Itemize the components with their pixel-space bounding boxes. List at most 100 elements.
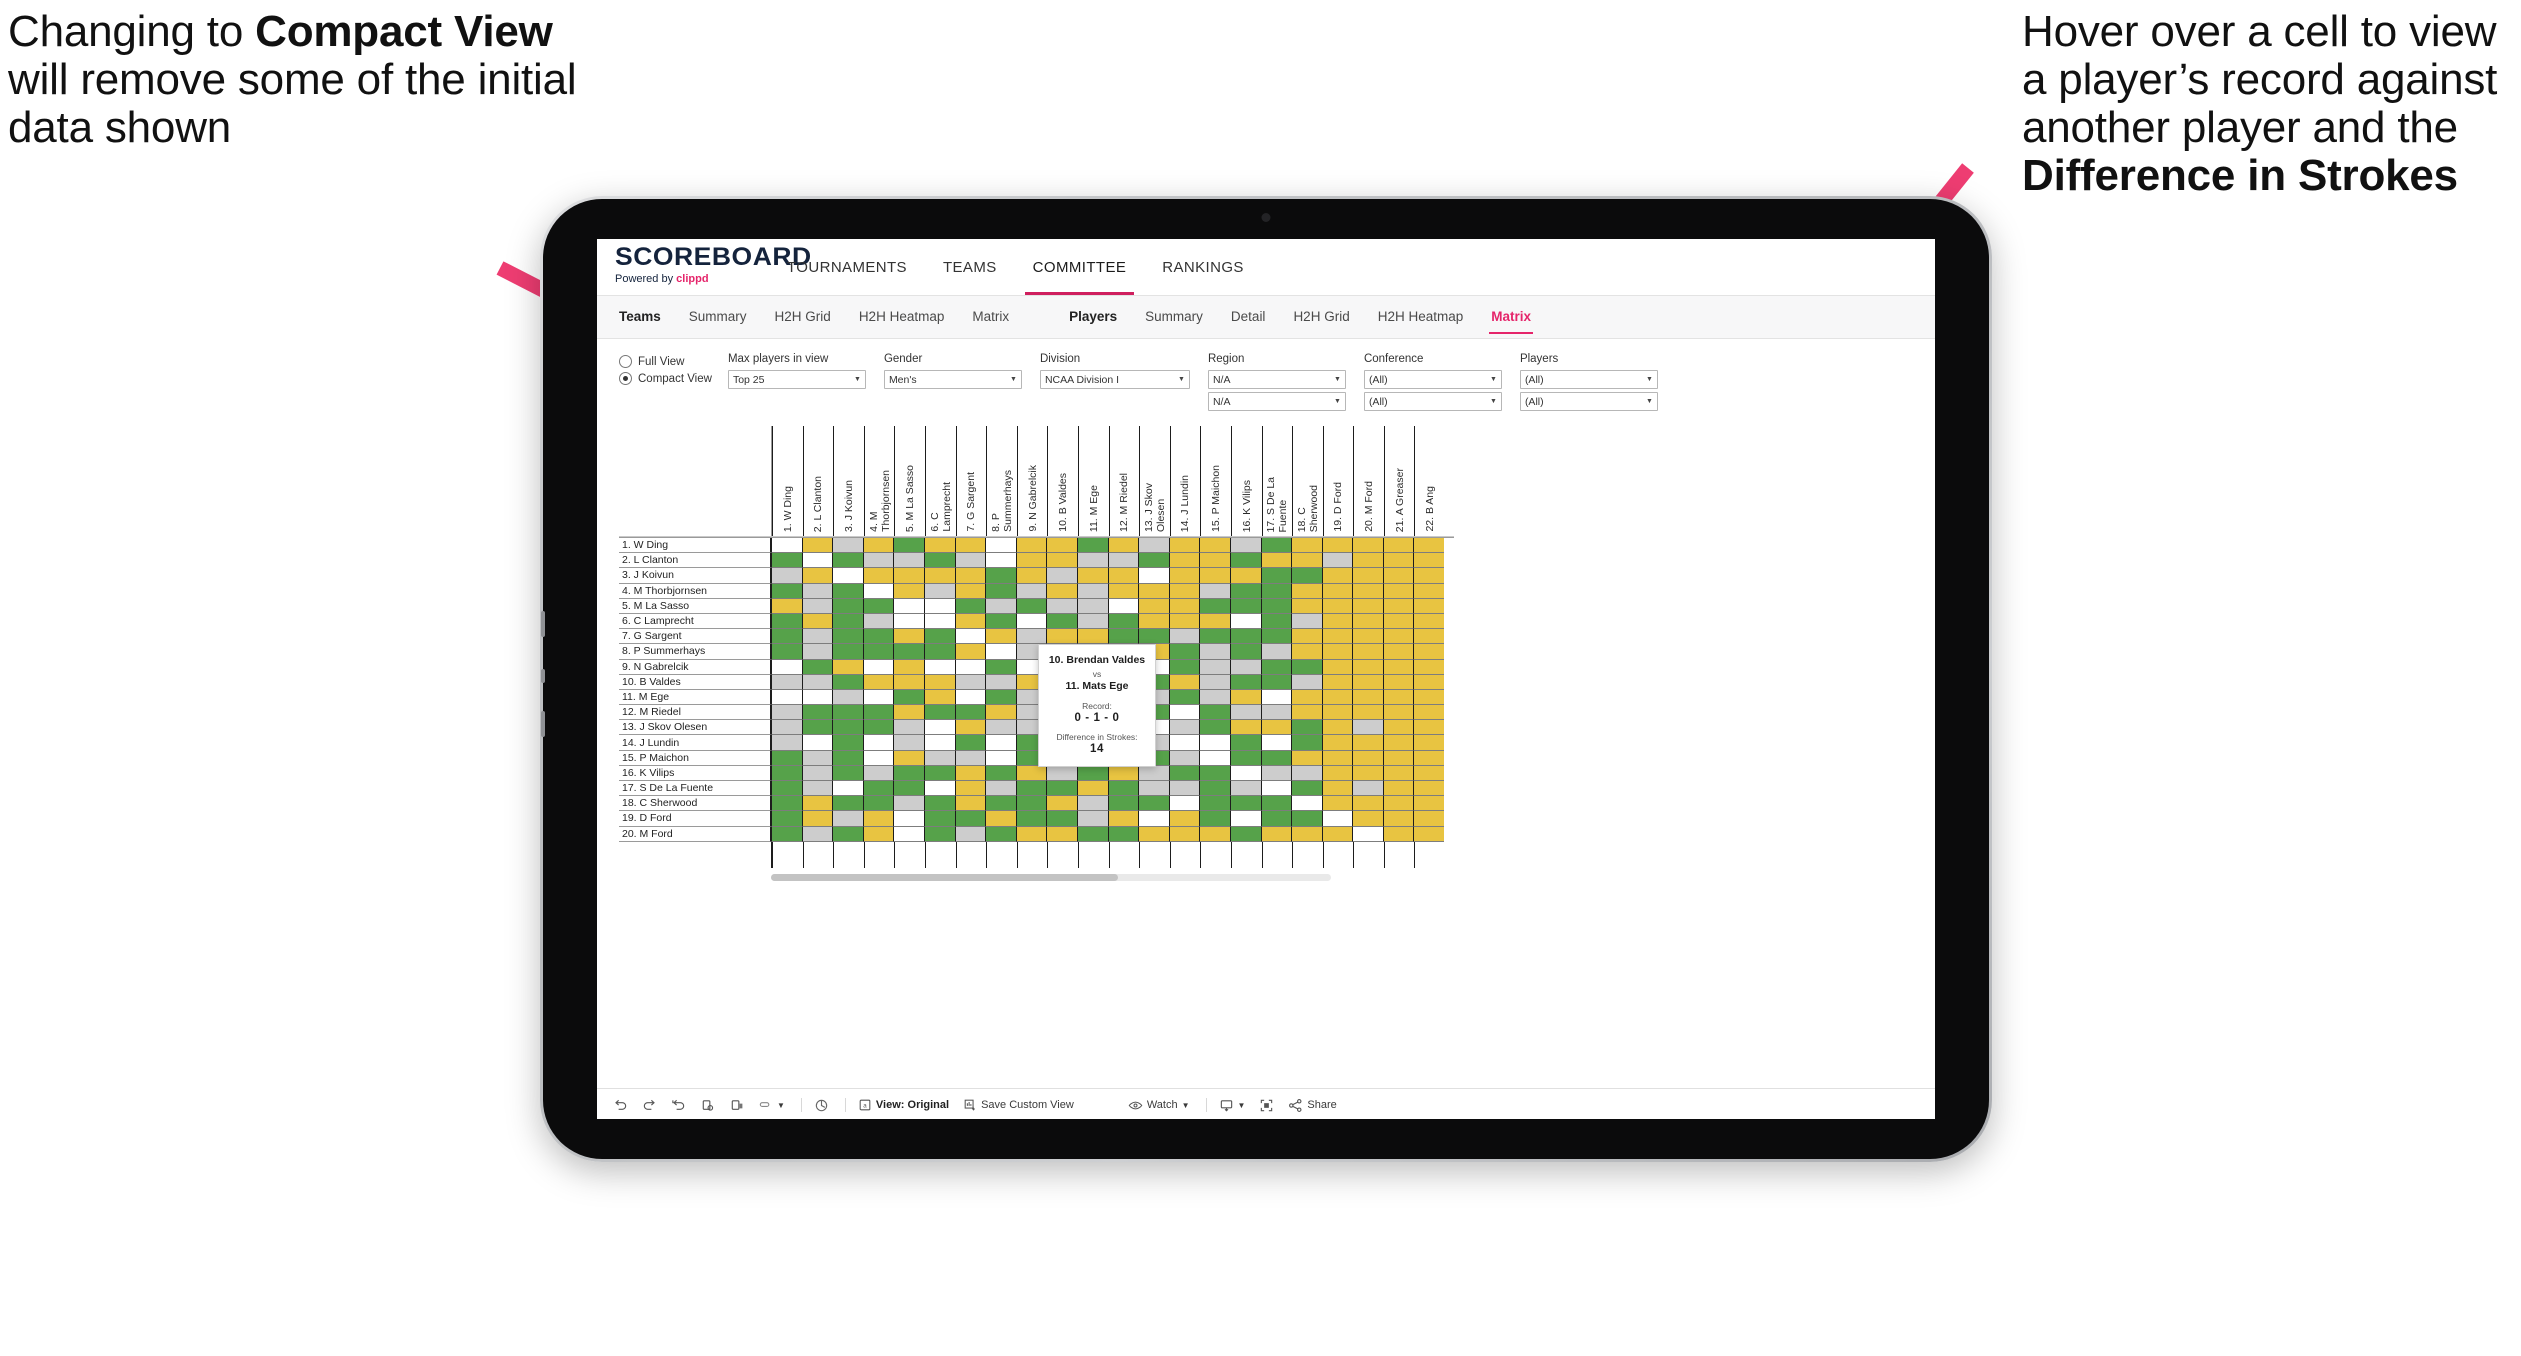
matrix-cell[interactable] [1382, 674, 1414, 690]
matrix-cell[interactable] [954, 583, 986, 599]
matrix-cell[interactable] [1321, 720, 1353, 736]
matrix-cell[interactable] [1015, 781, 1047, 797]
matrix-cell[interactable] [832, 659, 863, 675]
matrix-cell[interactable] [1382, 613, 1414, 630]
matrix-cell[interactable] [1199, 720, 1230, 736]
matrix-cell[interactable] [1260, 598, 1292, 614]
matrix-cell[interactable] [1291, 705, 1322, 721]
matrix-cell[interactable] [862, 735, 894, 751]
matrix-cell[interactable] [985, 705, 1016, 721]
matrix-cell[interactable] [954, 750, 986, 766]
subtab-players-detail[interactable]: Detail [1217, 296, 1280, 338]
matrix-cell[interactable] [1352, 598, 1383, 614]
matrix-cell[interactable] [1107, 781, 1139, 797]
matrix-cell[interactable] [862, 583, 894, 599]
matrix-cell[interactable] [832, 811, 863, 827]
matrix-cell[interactable] [985, 796, 1016, 812]
matrix-cell[interactable] [1107, 811, 1139, 827]
matrix-cell[interactable] [1413, 659, 1445, 675]
matrix-cell[interactable] [1382, 538, 1414, 554]
matrix-cell[interactable] [1015, 553, 1047, 569]
matrix-cell[interactable] [832, 644, 863, 660]
matrix-cell[interactable] [1076, 568, 1108, 584]
matrix-cell[interactable] [801, 796, 833, 812]
matrix-cell[interactable] [1321, 705, 1353, 721]
matrix-cell[interactable] [832, 689, 863, 706]
matrix-cell[interactable] [1107, 613, 1139, 630]
matrix-cell[interactable] [1199, 781, 1230, 797]
matrix-cell[interactable] [893, 553, 924, 569]
matrix-cell[interactable] [1382, 781, 1414, 797]
matrix-cell[interactable] [1076, 826, 1108, 842]
matrix-cell[interactable] [893, 629, 924, 645]
matrix-cell[interactable] [893, 811, 924, 827]
matrix-cell[interactable] [1199, 598, 1230, 614]
matrix-cell[interactable] [832, 583, 863, 599]
matrix-cell[interactable] [1229, 826, 1261, 842]
matrix-cell[interactable] [832, 674, 863, 690]
matrix-cell[interactable] [893, 735, 924, 751]
matrix-cell[interactable] [771, 781, 802, 797]
filter-conference-select-2[interactable]: (All) ▼ [1363, 392, 1502, 411]
matrix-cell[interactable] [954, 613, 986, 630]
matrix-cell[interactable] [1046, 538, 1077, 554]
matrix-cell[interactable] [1413, 583, 1445, 599]
matrix-cell[interactable] [1413, 750, 1445, 766]
matrix-cell[interactable] [893, 796, 924, 812]
matrix-cell[interactable] [1138, 613, 1169, 630]
matrix-cell[interactable] [1046, 765, 1077, 781]
matrix-cell[interactable] [1138, 796, 1169, 812]
matrix-cell[interactable] [1260, 781, 1292, 797]
matrix-cell[interactable] [1138, 811, 1169, 827]
matrix-cell[interactable] [1107, 826, 1139, 842]
filter-conference-select[interactable]: (All) ▼ [1363, 370, 1502, 389]
matrix-cell[interactable] [1046, 553, 1077, 569]
device-preview-button[interactable] [814, 1098, 829, 1113]
matrix-cell[interactable] [954, 568, 986, 584]
matrix-cell[interactable] [1229, 644, 1261, 660]
matrix-cell[interactable] [1352, 826, 1383, 842]
matrix-cell[interactable] [923, 538, 955, 554]
matrix-cell[interactable] [862, 689, 894, 706]
matrix-cell[interactable] [1199, 659, 1230, 675]
matrix-cell[interactable] [771, 644, 802, 660]
matrix-cell[interactable] [1413, 796, 1445, 812]
matrix-cell[interactable] [771, 811, 802, 827]
matrix-cell[interactable] [1291, 735, 1322, 751]
matrix-cell[interactable] [771, 826, 802, 842]
matrix-cell[interactable] [1291, 674, 1322, 690]
matrix-cell[interactable] [1015, 826, 1047, 842]
matrix-cell[interactable] [1076, 781, 1108, 797]
matrix-cell[interactable] [1352, 538, 1383, 554]
matrix-cell[interactable] [1260, 644, 1292, 660]
nav-committee[interactable]: COMMITTEE [1015, 239, 1145, 295]
tablet-volume-up-button[interactable] [541, 611, 545, 637]
matrix-cell[interactable] [801, 629, 833, 645]
matrix-cell[interactable] [1199, 735, 1230, 751]
matrix-cell[interactable] [1352, 781, 1383, 797]
matrix-cell[interactable] [862, 811, 894, 827]
matrix-cell[interactable] [832, 735, 863, 751]
matrix-cell[interactable] [1260, 705, 1292, 721]
matrix-cell[interactable] [771, 659, 802, 675]
matrix-cell[interactable] [954, 705, 986, 721]
matrix-cell[interactable] [954, 781, 986, 797]
matrix-cell[interactable] [985, 765, 1016, 781]
matrix-cell[interactable] [985, 720, 1016, 736]
matrix-cell[interactable] [1168, 568, 1200, 584]
matrix-cell[interactable] [985, 568, 1016, 584]
matrix-cell[interactable] [1076, 553, 1108, 569]
matrix-cell[interactable] [985, 674, 1016, 690]
matrix-cell[interactable] [1138, 826, 1169, 842]
matrix-cell[interactable] [1015, 598, 1047, 614]
matrix-cell[interactable] [1413, 644, 1445, 660]
matrix-cell[interactable] [1046, 613, 1077, 630]
matrix-cell[interactable] [1352, 811, 1383, 827]
matrix-cell[interactable] [801, 659, 833, 675]
matrix-cell[interactable] [1015, 568, 1047, 584]
matrix-cell[interactable] [893, 705, 924, 721]
matrix-cell[interactable] [1321, 613, 1353, 630]
matrix-cell[interactable] [1229, 811, 1261, 827]
matrix-cell[interactable] [923, 659, 955, 675]
matrix-cell[interactable] [1321, 598, 1353, 614]
